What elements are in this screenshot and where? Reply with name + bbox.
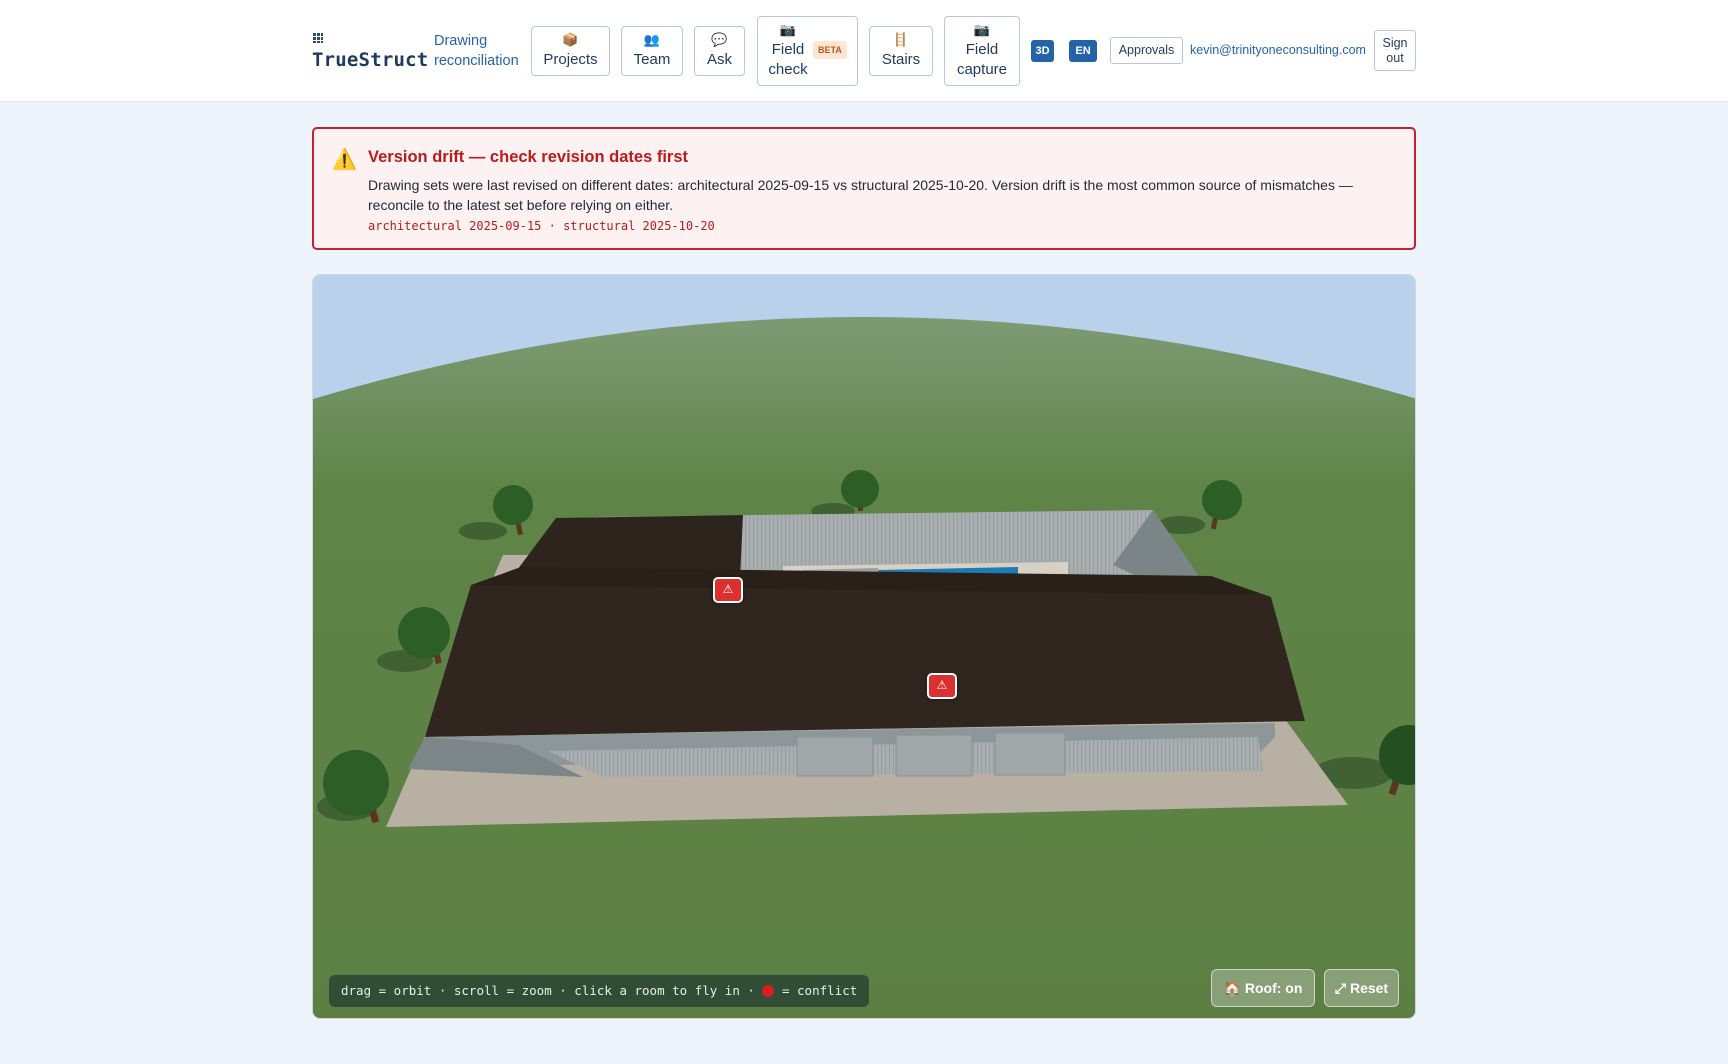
roof-toggle-button[interactable]: 🏠 Roof: on bbox=[1211, 969, 1315, 1007]
language-chip[interactable]: EN bbox=[1069, 40, 1097, 62]
garage-bay-1 bbox=[796, 736, 874, 777]
nav-field-check-button[interactable]: 📷 Field check BETA bbox=[757, 16, 858, 86]
brand-logo[interactable]: TrueStruct bbox=[312, 32, 428, 71]
camera-icon: 📷 bbox=[779, 22, 797, 37]
beta-badge: BETA bbox=[813, 41, 847, 59]
warning-icon: ⚠️ bbox=[332, 149, 357, 171]
grid-logo-icon bbox=[312, 32, 323, 43]
app-subtitle: Drawing reconciliation bbox=[434, 33, 519, 69]
camera-icon: 📷 bbox=[973, 22, 991, 37]
alert-title: Version drift — check revision dates fir… bbox=[368, 148, 689, 166]
view-mode-chip[interactable]: 3D bbox=[1031, 40, 1054, 62]
nav-team-button[interactable]: 👥 Team bbox=[621, 26, 683, 76]
nav-field-capture-button[interactable]: 📷 Field capture bbox=[944, 16, 1020, 86]
user-email[interactable]: kevin@trinityoneconsulting.com bbox=[1190, 43, 1366, 57]
alert-revision-dates: architectural 2025-09-15 · structural 20… bbox=[368, 219, 715, 233]
conflict-dot-icon bbox=[762, 985, 775, 997]
garage-bay-3 bbox=[994, 732, 1066, 776]
reset-view-button[interactable]: ⤢ Reset bbox=[1324, 969, 1399, 1007]
hint-suffix: = conflict bbox=[781, 983, 858, 998]
nav-field-check-label: Field check bbox=[768, 41, 808, 78]
top-nav-bar: TrueStruct Drawing reconciliation 📦 Proj… bbox=[0, 0, 1728, 102]
conflict-marker[interactable]: ⚠ bbox=[713, 577, 743, 603]
3d-building-viewer[interactable]: ⚠ ⚠ drag = orbit · scroll = zoom · click… bbox=[312, 274, 1416, 1019]
speech-bubble-icon: 💬 bbox=[711, 32, 728, 47]
garage-bay-2 bbox=[895, 734, 973, 777]
sign-out-button[interactable]: Sign out bbox=[1374, 30, 1416, 71]
nav-projects-label: Projects bbox=[543, 51, 598, 68]
nav-ask-label: Ask bbox=[706, 51, 732, 68]
people-icon: 👥 bbox=[643, 32, 661, 47]
nav-projects-button[interactable]: 📦 Projects bbox=[531, 26, 610, 76]
conflict-marker[interactable]: ⚠ bbox=[927, 673, 957, 699]
nav-ask-button[interactable]: 💬 Ask bbox=[694, 26, 745, 76]
roof-main bbox=[425, 576, 1305, 737]
nav-stairs-label: Stairs bbox=[881, 51, 921, 68]
nav-field-capture-label: Field capture bbox=[956, 41, 1008, 78]
brand-name: TrueStruct bbox=[312, 49, 429, 71]
box-icon: 📦 bbox=[562, 32, 579, 47]
ladder-icon: 🪜 bbox=[892, 32, 910, 47]
viewer-controls-hint: drag = orbit · scroll = zoom · click a r… bbox=[329, 975, 870, 1007]
alert-body: Drawing sets were last revised on differ… bbox=[368, 177, 1353, 213]
nav-team-label: Team bbox=[633, 51, 671, 68]
hint-prefix: drag = orbit · scroll = zoom · click a r… bbox=[341, 983, 755, 998]
nav-stairs-button[interactable]: 🪜 Stairs bbox=[869, 26, 933, 76]
3d-scene[interactable] bbox=[313, 275, 1416, 1019]
approvals-button[interactable]: Approvals bbox=[1110, 37, 1183, 64]
version-drift-alert: ⚠️ Version drift — check revision dates … bbox=[312, 127, 1416, 250]
